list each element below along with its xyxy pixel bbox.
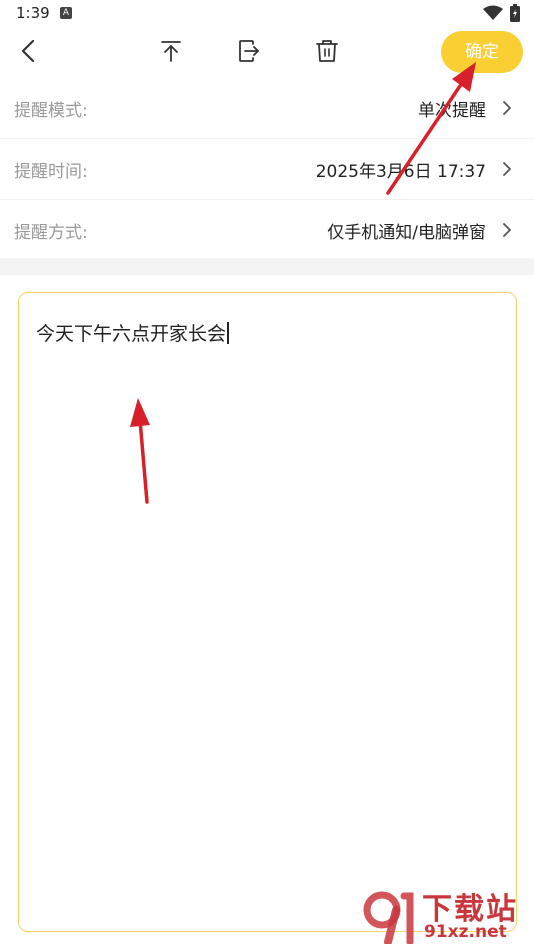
watermark: 下载站 91xz.net: [362, 884, 532, 946]
battery-icon: [510, 4, 520, 22]
setting-label: 提醒时间:: [14, 162, 88, 182]
status-time: 1:39: [16, 4, 50, 22]
note-editor[interactable]: 今天下午六点开家长会: [18, 292, 517, 932]
setting-label: 提醒方式:: [14, 223, 88, 243]
setting-value: 仅手机通知/电脑弹窗: [327, 223, 486, 243]
setting-value: 单次提醒: [418, 101, 486, 121]
reminder-settings: 提醒模式: 单次提醒 提醒时间: 2025年3月6日 17:37 提醒方式: 仅…: [0, 78, 534, 261]
watermark-url: 91xz.net: [424, 922, 507, 942]
note-content[interactable]: 今天下午六点开家长会: [36, 319, 229, 346]
setting-row-reminder-time[interactable]: 提醒时间: 2025年3月6日 17:37: [0, 139, 534, 200]
setting-row-reminder-mode[interactable]: 提醒模式: 单次提醒: [0, 78, 534, 139]
export-icon[interactable]: [236, 38, 262, 64]
setting-value: 2025年3月6日 17:37: [315, 162, 486, 182]
app-notification-icon: A: [60, 7, 72, 19]
toolbar: 确定: [0, 28, 534, 76]
status-bar: 1:39 A: [0, 0, 534, 28]
setting-label: 提醒模式:: [14, 101, 88, 121]
section-divider: [0, 258, 534, 275]
watermark-logo: [363, 891, 414, 944]
note-text: 今天下午六点开家长会: [36, 323, 227, 345]
back-icon[interactable]: [16, 38, 42, 64]
chevron-right-icon: [503, 162, 511, 176]
wifi-icon: [483, 5, 503, 20]
move-to-top-icon[interactable]: [158, 38, 184, 64]
setting-row-reminder-method[interactable]: 提醒方式: 仅手机通知/电脑弹窗: [0, 200, 534, 261]
text-caret: [227, 322, 229, 344]
chevron-right-icon: [503, 101, 511, 115]
chevron-right-icon: [503, 223, 511, 237]
trash-icon[interactable]: [314, 38, 340, 64]
confirm-button[interactable]: 确定: [441, 31, 523, 73]
